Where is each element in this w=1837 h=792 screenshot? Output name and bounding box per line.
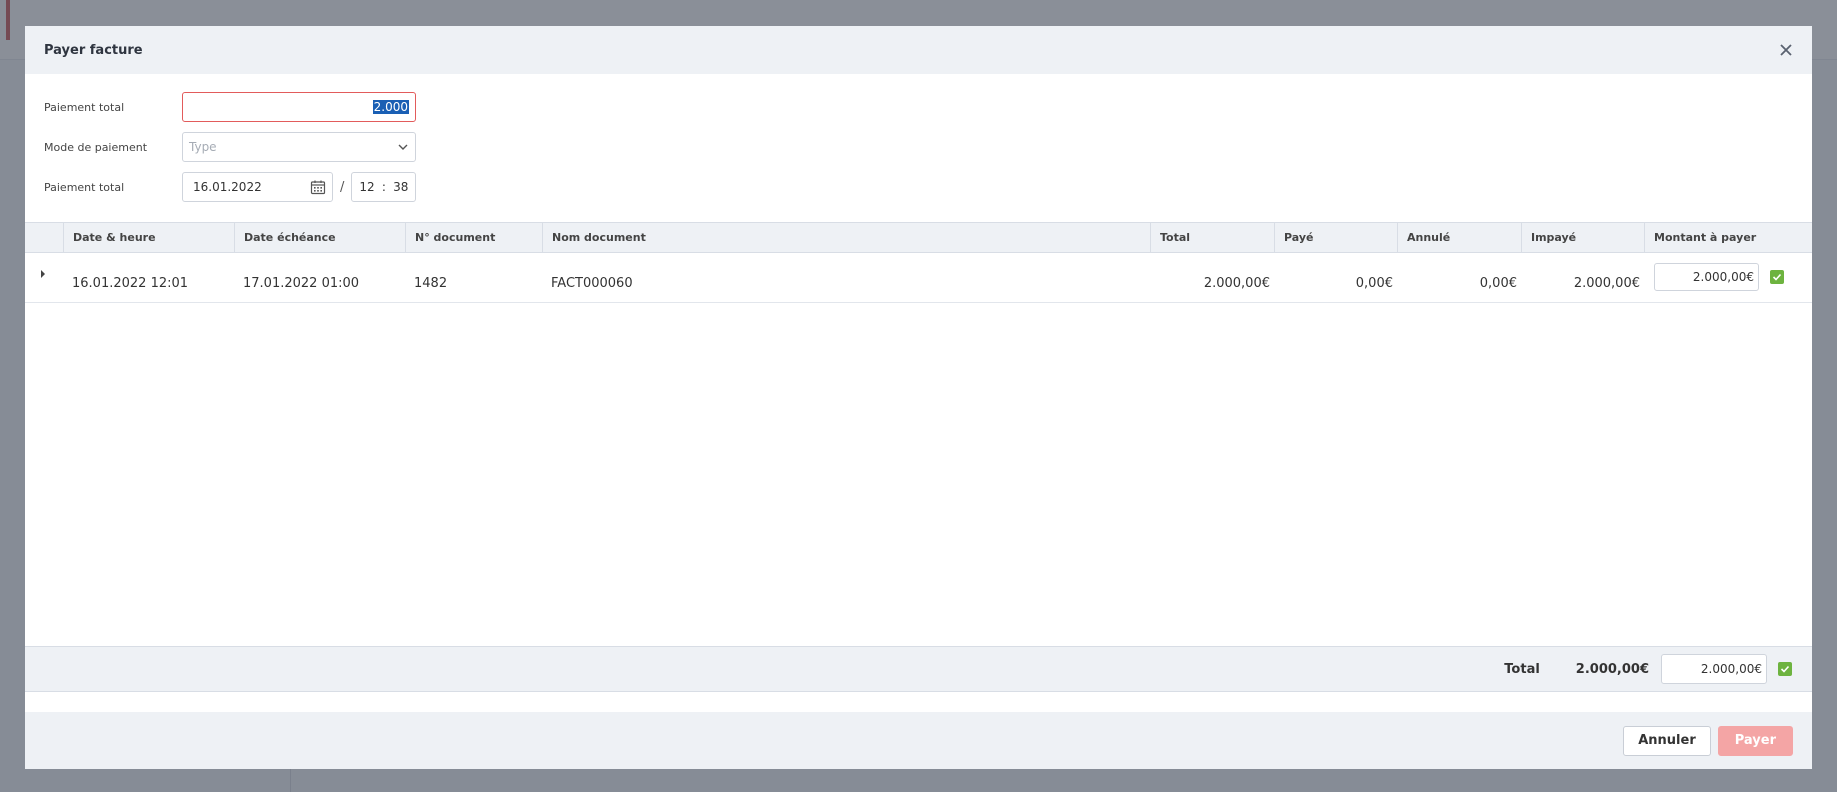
cell-total: 2.000,00€: [1203, 276, 1270, 291]
modal-title: Payer facture: [44, 42, 143, 58]
payment-date-input[interactable]: 16.01.2022: [182, 172, 333, 202]
header-paye[interactable]: Payé: [1274, 223, 1397, 252]
time-hour[interactable]: 12: [359, 180, 374, 194]
pay-button[interactable]: Payer: [1717, 725, 1793, 756]
header-impaye[interactable]: Impayé: [1521, 223, 1644, 252]
header-date-echeance[interactable]: Date échéance: [234, 223, 405, 252]
total-payment-input[interactable]: 2.000: [182, 92, 416, 122]
cell-n-document: 1482: [414, 276, 448, 291]
caret-right-icon: [41, 269, 45, 278]
header-total[interactable]: Total: [1150, 223, 1274, 252]
payment-date-label: Paiement total: [44, 180, 125, 194]
table-header: Date & heure Date échéance N° document N…: [25, 222, 1812, 253]
cell-date-heure: 16.01.2022 12:01: [72, 276, 189, 291]
checkmark-icon: [1772, 273, 1782, 281]
header-date-heure[interactable]: Date & heure: [63, 223, 234, 252]
total-label: Total: [1504, 661, 1540, 677]
total-value: 2.000,00€: [1575, 661, 1649, 677]
time-colon: :: [381, 180, 386, 194]
row-expand-toggle[interactable]: [25, 253, 63, 302]
modal-header: Payer facture: [25, 26, 1812, 74]
header-expand: [25, 223, 63, 252]
total-payment-label: Paiement total: [44, 100, 125, 114]
invoice-table: Date & heure Date échéance N° document N…: [25, 222, 1812, 303]
payment-mode-label: Mode de paiement: [44, 140, 148, 154]
table-total-bar: Total 2.000,00€ 2.000,00€: [25, 646, 1812, 692]
payment-mode-placeholder: Type: [189, 140, 217, 154]
payment-date-value: 16.01.2022: [193, 180, 262, 194]
cancel-button[interactable]: Annuler: [1623, 725, 1711, 756]
table-row[interactable]: 16.01.2022 12:01 17.01.2022 01:00 1482 F…: [25, 253, 1812, 303]
cell-paye: 0,00€: [1355, 276, 1393, 291]
calendar-icon[interactable]: [310, 179, 326, 195]
payment-form: Paiement total 2.000 Mode de paiement Ty…: [25, 74, 1812, 222]
total-checkbox[interactable]: [1778, 662, 1792, 676]
header-nom-document[interactable]: Nom document: [542, 223, 1150, 252]
amount-to-pay-input[interactable]: 2.000,00€: [1654, 262, 1759, 291]
date-time-separator: /: [340, 179, 345, 195]
form-row-mode: Mode de paiement Type: [44, 132, 1793, 162]
pay-invoice-modal: Payer facture Paiement total 2.000 Mode …: [25, 26, 1812, 769]
payment-mode-select[interactable]: Type: [182, 132, 416, 162]
cell-date-echeance: 17.01.2022 01:00: [243, 276, 360, 291]
modal-footer: Annuler Payer: [25, 712, 1812, 769]
cell-annule: 0,00€: [1479, 276, 1517, 291]
total-payment-value: 2.000: [372, 100, 409, 114]
row-checkbox[interactable]: [1770, 269, 1784, 284]
checkmark-icon: [1780, 665, 1790, 673]
time-minute[interactable]: 38: [393, 180, 408, 194]
header-montant[interactable]: Montant à payer: [1644, 223, 1812, 252]
chevron-down-icon: [398, 144, 408, 150]
cell-montant: 2.000,00€: [1644, 253, 1812, 302]
form-row-date: Paiement total 16.01.2022 / 12: 38: [44, 172, 1793, 202]
form-row-total: Paiement total 2.000: [44, 92, 1793, 122]
header-n-document[interactable]: N° document: [405, 223, 542, 252]
cell-nom-document: FACT000060: [551, 276, 633, 291]
header-annule[interactable]: Annulé: [1397, 223, 1521, 252]
payment-time-input[interactable]: 12 : 38: [351, 172, 417, 202]
close-icon[interactable]: [1776, 40, 1796, 60]
total-amount-input[interactable]: 2.000,00€: [1661, 654, 1767, 684]
cell-impaye: 2.000,00€: [1573, 276, 1640, 291]
